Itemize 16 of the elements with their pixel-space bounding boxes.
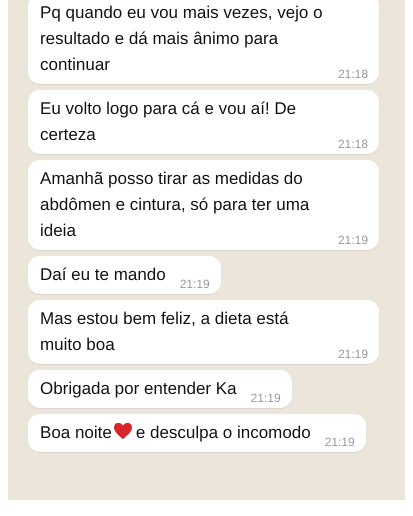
message-text: Eu volto logo para cá e vou aí! De certeza (40, 99, 296, 144)
message-text: Pq quando eu vou mais vezes, vejo o resultado e dá mais ânimo para continuar (40, 3, 323, 74)
message-time: 21:19 (178, 276, 210, 292)
message-time: 21:19 (337, 346, 368, 362)
message-text: Daí eu te mando (40, 265, 166, 284)
message-text: Mas estou bem feliz, a dieta está muito boa (40, 309, 289, 354)
message-text: e desculpa o incomodo (136, 423, 311, 442)
message-time: 21:19 (324, 434, 355, 450)
message-text: Obrigada por entender Ka (40, 379, 237, 398)
message-time: 21:18 (337, 136, 368, 152)
message-time: 21:18 (337, 66, 368, 82)
heart-icon (112, 422, 133, 440)
message-text: Amanhã posso tirar as medidas do abdômen e cintura, só para ter uma ideia (40, 169, 310, 240)
message-time: 21:19 (250, 390, 281, 406)
message-time: 21:19 (337, 232, 368, 248)
message-text: Boa noite (40, 423, 112, 442)
